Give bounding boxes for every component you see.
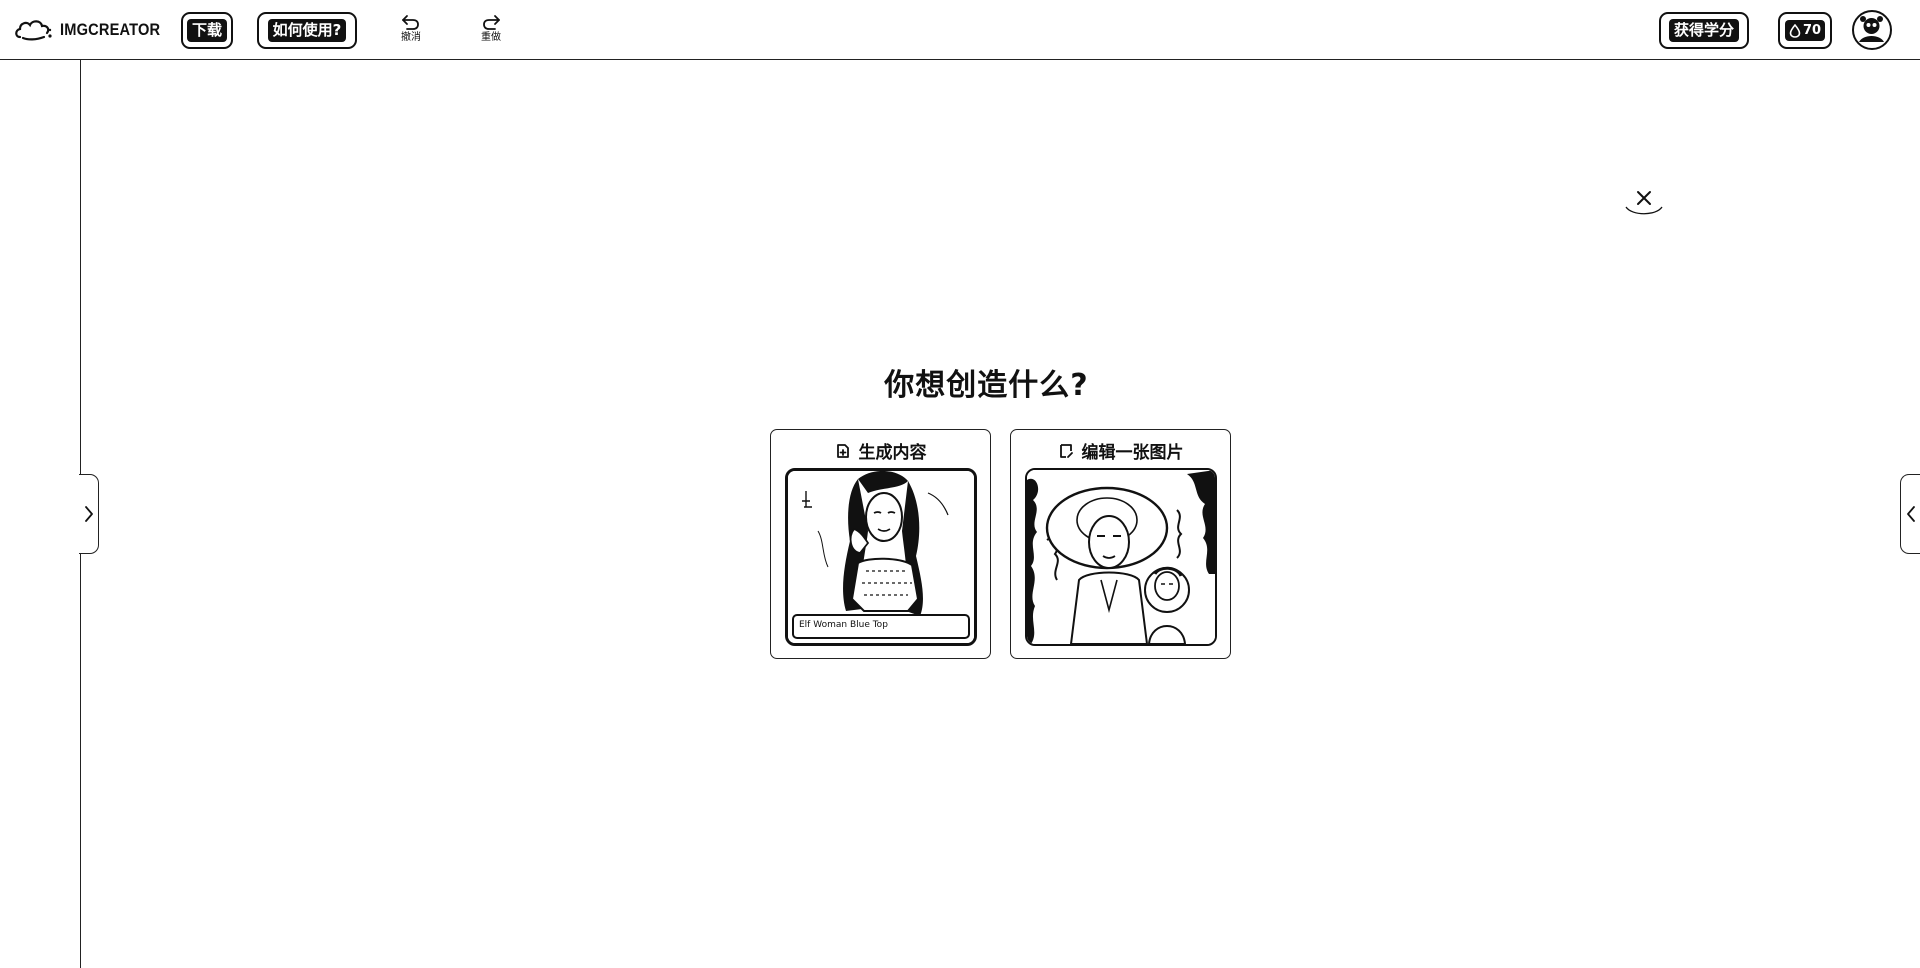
card-title: 生成内容: [858, 443, 927, 463]
logo-text: IMGCREATOR: [60, 20, 161, 39]
close-button[interactable]: [1622, 182, 1666, 226]
left-sidebar: [0, 60, 81, 968]
edit-image-card[interactable]: 编辑一张图片: [1010, 429, 1231, 659]
avatar-icon: [1854, 12, 1889, 47]
card-title: 编辑一张图片: [1081, 443, 1184, 463]
undo-icon: [402, 15, 419, 30]
chevron-right-icon: [84, 506, 93, 522]
points-value: 70: [1802, 23, 1822, 38]
edit-image-icon: [1059, 443, 1073, 458]
edit-preview-image: [1025, 468, 1217, 646]
get-credits-label: 获得学分: [1668, 19, 1739, 42]
chevron-left-icon: [1906, 506, 1915, 522]
top-bar: IMGCREATOR 下载 如何使用? 撤消 重做 获得学分 70: [0, 0, 1920, 60]
app-logo[interactable]: IMGCREATOR: [14, 14, 177, 46]
points-badge: 70: [1784, 20, 1826, 41]
redo-label: 重做: [481, 32, 501, 43]
close-icon: [1625, 191, 1663, 215]
generate-icon: [836, 443, 849, 458]
get-credits-button[interactable]: 获得学分: [1659, 12, 1749, 49]
prompt-input-preview: Elf Woman Blue Top: [792, 614, 970, 639]
how-to-use-button[interactable]: 如何使用?: [257, 12, 357, 49]
generate-preview-image: Elf Woman Blue Top: [785, 468, 977, 646]
user-avatar[interactable]: [1852, 10, 1892, 50]
points-button[interactable]: 70: [1778, 12, 1832, 49]
undo-button[interactable]: 撤消: [391, 13, 431, 49]
expand-right-panel-button[interactable]: [1900, 474, 1920, 554]
cloud-logo-icon: [15, 20, 52, 41]
download-button[interactable]: 下载: [181, 12, 233, 49]
download-label: 下载: [187, 19, 228, 42]
generate-content-card[interactable]: 生成内容 Elf Woman Blue Top: [770, 429, 991, 659]
hat-woman-photo-image: [1027, 470, 1215, 644]
drop-icon: [1789, 23, 1801, 38]
redo-icon: [483, 15, 500, 30]
undo-label: 撤消: [401, 32, 421, 43]
how-to-use-label: 如何使用?: [267, 19, 347, 42]
card-header: 生成内容: [771, 438, 990, 463]
page-title: 你想创造什么?: [884, 368, 1089, 403]
card-header: 编辑一张图片: [1011, 438, 1230, 463]
expand-left-panel-button[interactable]: [79, 474, 99, 554]
redo-button[interactable]: 重做: [471, 13, 511, 49]
